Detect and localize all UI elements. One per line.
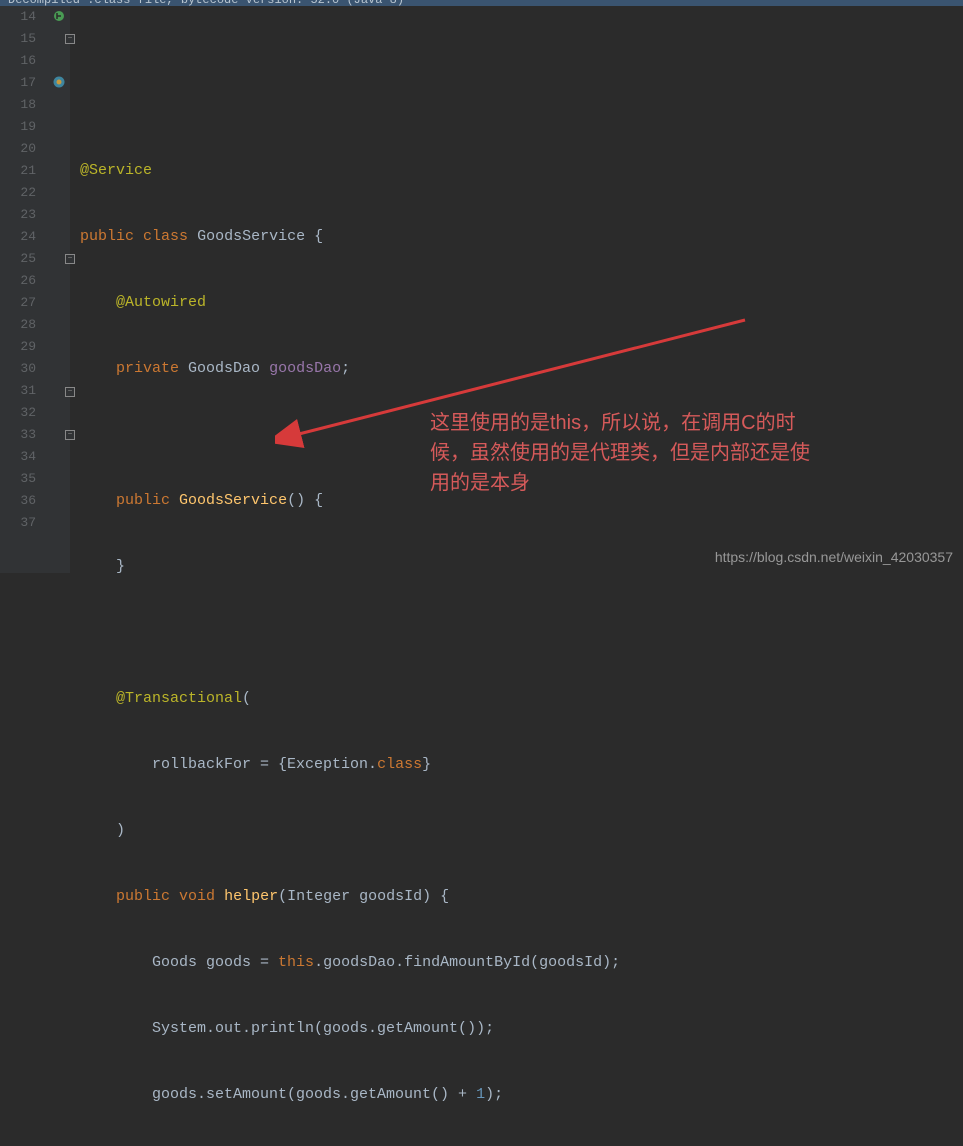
line-number: 21 [0, 160, 36, 182]
watermark: https://blog.csdn.net/weixin_42030357 [715, 549, 953, 565]
code: goods.setAmount(goods.getAmount() + [80, 1086, 476, 1103]
annotation-line: 这里使用的是this，所以说，在调用C的时 [430, 408, 930, 438]
line-number: 31 [0, 380, 36, 402]
fold-marker[interactable]: − [65, 387, 75, 397]
keyword: this [278, 954, 314, 971]
code: System.out.println(goods.getAmount()); [80, 1020, 494, 1037]
number: 1 [476, 1086, 485, 1103]
keyword: public [116, 492, 170, 509]
code: ); [485, 1086, 503, 1103]
fold-marker[interactable]: − [65, 34, 75, 44]
field: goodsDao [269, 360, 341, 377]
line-number: 19 [0, 116, 36, 138]
line-number: 36 [0, 490, 36, 512]
autowired-icon[interactable] [52, 75, 66, 89]
line-number: 16 [0, 50, 36, 72]
attr: rollbackFor = {Exception. [152, 756, 377, 773]
line-number: 32 [0, 402, 36, 424]
line-number: 30 [0, 358, 36, 380]
type: GoodsDao [188, 360, 260, 377]
method-name: GoodsService [179, 492, 287, 509]
fold-marker[interactable]: − [65, 430, 75, 440]
line-number: 37 [0, 512, 36, 534]
code: .goodsDao.findAmountById(goodsId); [314, 954, 620, 971]
code: Goods goods = [80, 954, 278, 971]
line-number: 35 [0, 468, 36, 490]
params: (Integer goodsId) { [278, 888, 449, 905]
line-number: 23 [0, 204, 36, 226]
line-number: 24 [0, 226, 36, 248]
keyword: public [116, 888, 170, 905]
line-number: 29 [0, 336, 36, 358]
line-number: 22 [0, 182, 36, 204]
annotation: @Transactional [116, 690, 242, 707]
method-name: helper [224, 888, 278, 905]
line-number: 14 [0, 6, 36, 28]
line-number: 15 [0, 28, 36, 50]
line-number: 26 [0, 270, 36, 292]
fold-marker[interactable]: − [65, 254, 75, 264]
annotation-line: 用的是本身 [430, 468, 930, 498]
annotation-text: 这里使用的是this，所以说，在调用C的时 候，虽然使用的是代理类，但是内部还是… [430, 408, 930, 498]
line-number-gutter: 14 15 16 17 18 19 20 21 22 23 24 25 26 2… [0, 6, 50, 573]
line-number: 28 [0, 314, 36, 336]
keyword: private [116, 360, 179, 377]
line-number: 34 [0, 446, 36, 468]
line-number: 27 [0, 292, 36, 314]
class-name: GoodsService [197, 228, 305, 245]
annotation-line: 候，虽然使用的是代理类，但是内部还是使 [430, 438, 930, 468]
annotation: @Autowired [116, 294, 206, 311]
keyword: public [80, 228, 134, 245]
keyword: class [143, 228, 188, 245]
line-number: 17 [0, 72, 36, 94]
line-number: 33 [0, 424, 36, 446]
gutter-icon-column [50, 6, 70, 573]
annotation: @Service [80, 162, 152, 179]
bean-icon[interactable] [52, 9, 66, 23]
keyword: class [377, 756, 422, 773]
line-number: 25 [0, 248, 36, 270]
line-number: 18 [0, 94, 36, 116]
keyword: void [179, 888, 215, 905]
line-number: 20 [0, 138, 36, 160]
